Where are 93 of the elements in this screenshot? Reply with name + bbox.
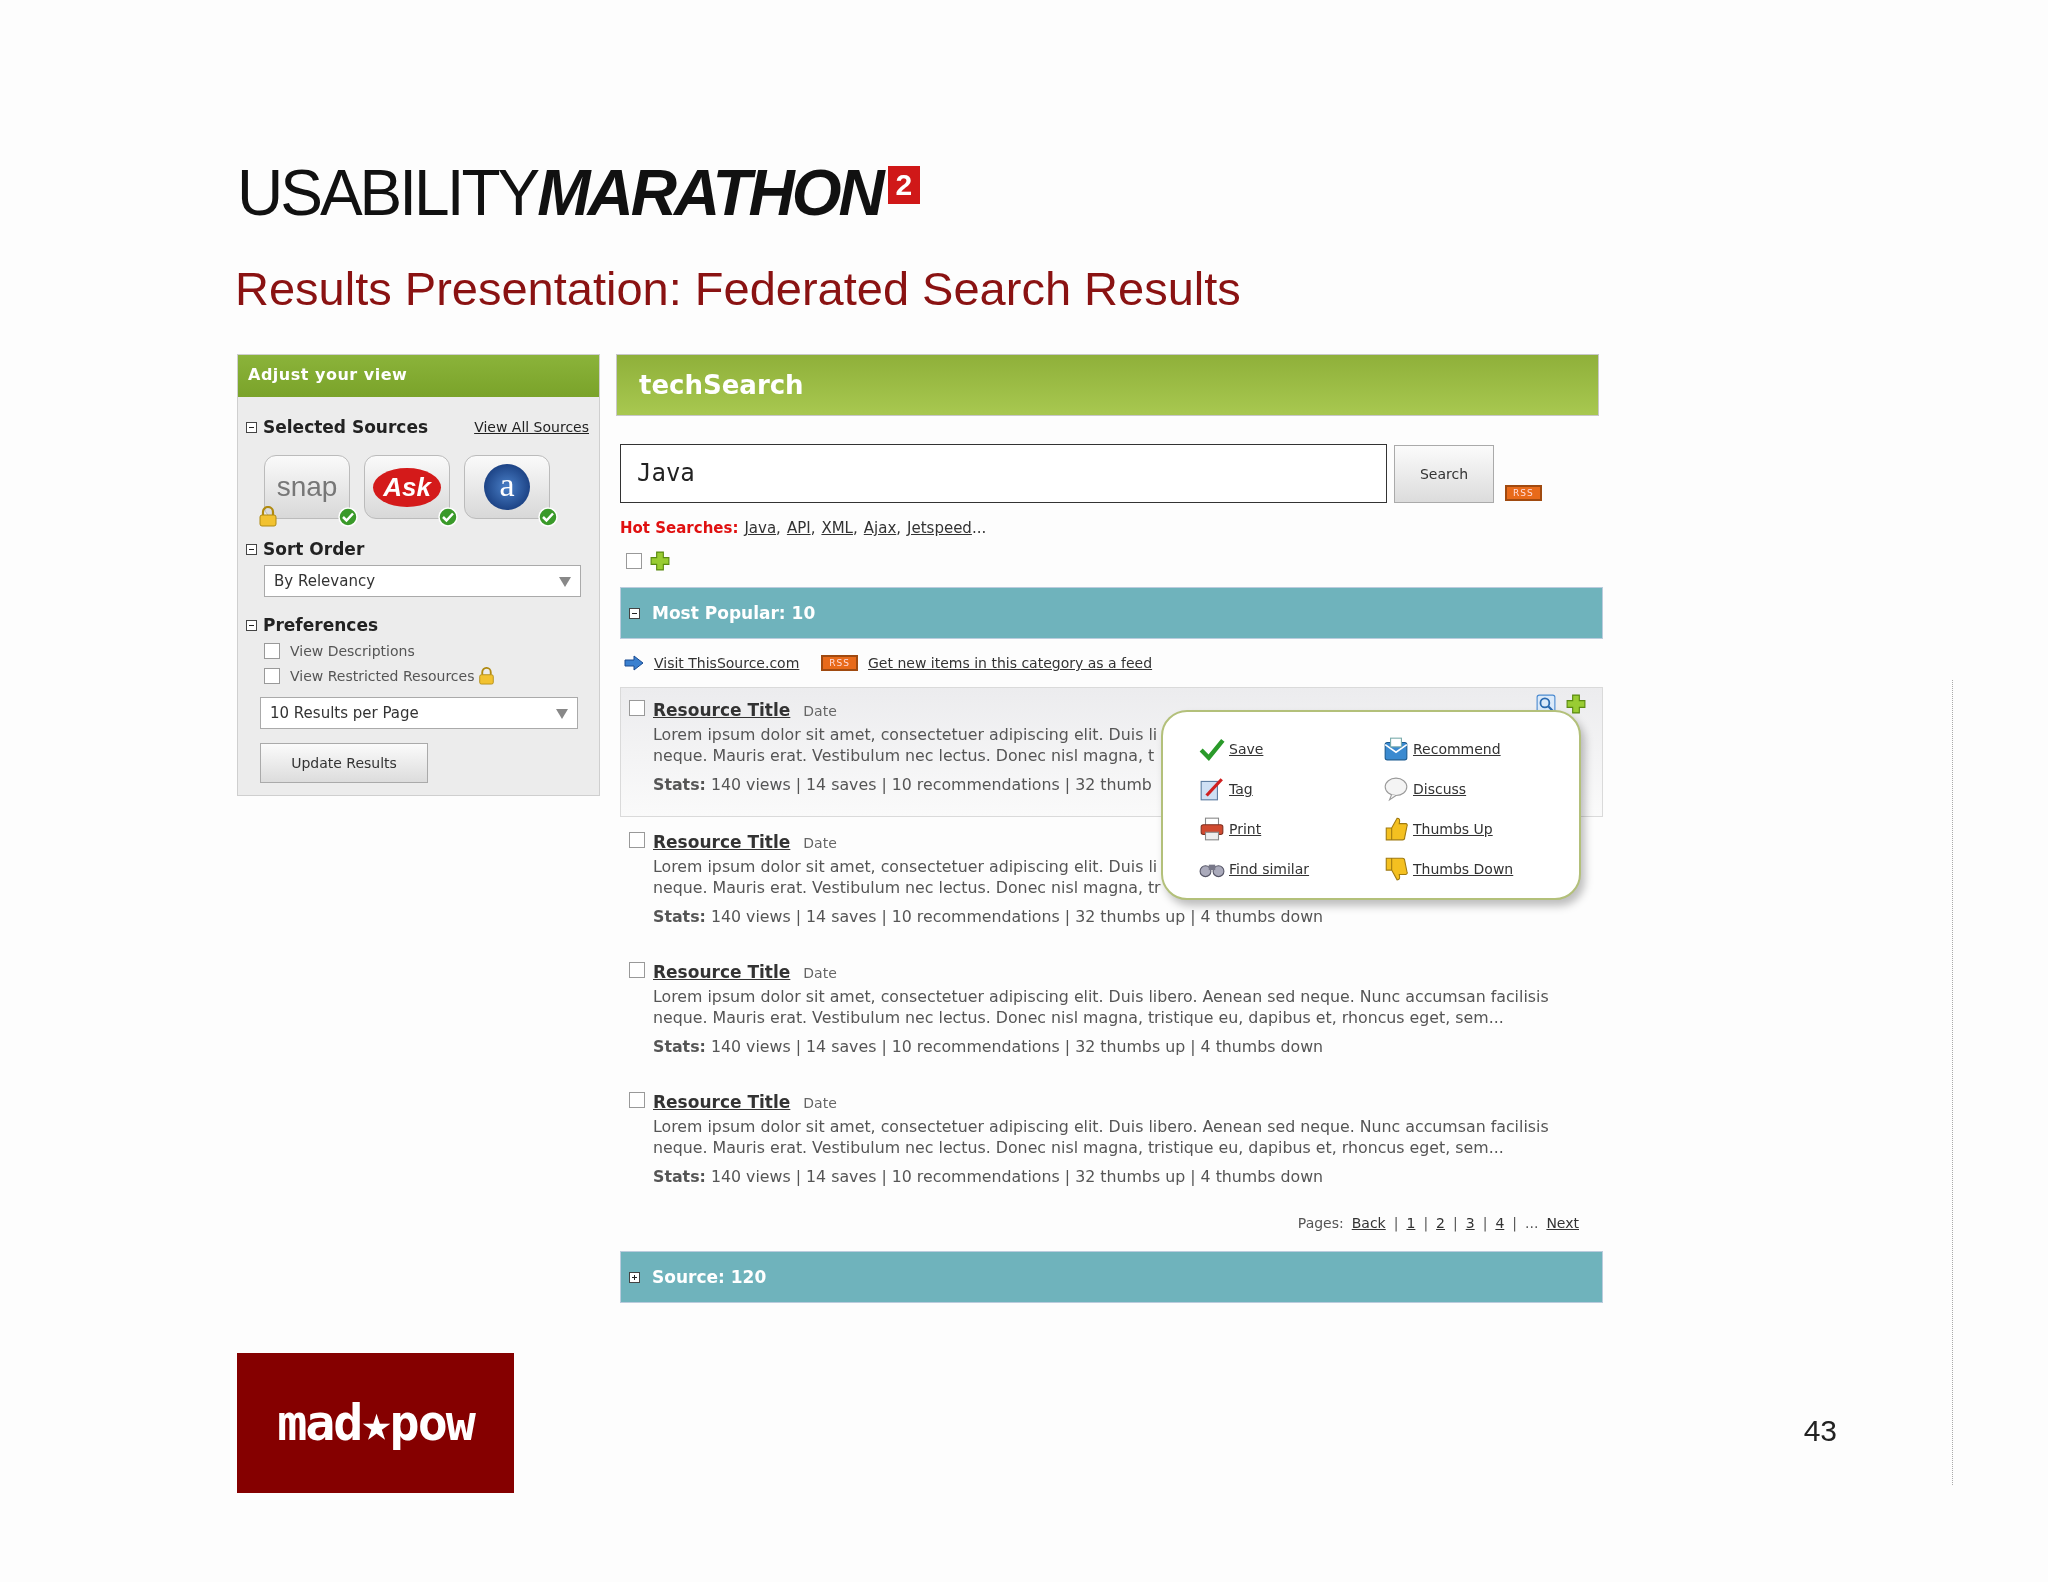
checkbox[interactable] <box>626 553 642 569</box>
update-button[interactable]: Update Results <box>260 743 428 783</box>
checkbox[interactable] <box>629 700 645 716</box>
search-field[interactable]: Java <box>620 444 1387 503</box>
thumbs-down-icon <box>1383 856 1409 882</box>
action-link[interactable]: Find similar <box>1229 861 1310 877</box>
logo-badge: 2 <box>887 166 920 204</box>
plus-icon <box>650 551 670 571</box>
result-title-link[interactable]: Resource Title <box>653 700 791 720</box>
result-description: Lorem ipsum dolor sit amet, consectetuer adipiscing elit. Duis libero. Aenean sed neque. Nunc accumsan facilisis <box>653 986 1549 1007</box>
speech-bubble-icon <box>1383 776 1409 802</box>
page-number: 43 <box>1803 1414 1837 1448</box>
result-description: neque. Mauris erat. Vestibulum nec lectus. Donec nisl magna, tristique eu, dapibus et, rhoncus eget, sem... <box>653 1007 1504 1028</box>
checkbox[interactable] <box>264 668 280 684</box>
result-title-link[interactable]: Resource Title <box>653 832 791 852</box>
result-title-link[interactable]: Resource Title <box>653 962 791 982</box>
page-link[interactable]: Back <box>1351 1215 1386 1231</box>
envelope-icon <box>1383 736 1409 762</box>
result-stats: Stats: 140 views | 14 saves | 10 recommendations | 32 thumb <box>653 775 1152 794</box>
app-header: techSearch <box>616 354 1599 416</box>
search-link[interactable]: API <box>786 519 811 537</box>
arrow-icon <box>624 655 644 671</box>
page-link[interactable]: 2 <box>1436 1215 1445 1231</box>
hot-searches-label: Hot Searches: <box>620 519 739 537</box>
view-all-link[interactable]: View All Sources <box>474 419 589 435</box>
separator: | <box>1393 1215 1399 1231</box>
result-date: Date <box>803 835 837 851</box>
thumbs-up-icon <box>1383 816 1409 842</box>
action-link[interactable]: Discuss <box>1413 781 1467 797</box>
action-link[interactable]: Print <box>1229 821 1262 837</box>
option-label: View Descriptions <box>290 643 415 659</box>
collapse-icon[interactable] <box>246 543 257 555</box>
printer-icon <box>1199 816 1225 842</box>
page-link[interactable]: 3 <box>1465 1215 1475 1231</box>
result-description: Lorem ipsum dolor sit amet, consectetuer adipiscing elit. Duis li <box>653 856 1158 877</box>
result-date: Date <box>803 1095 837 1111</box>
separator: | <box>1482 1215 1488 1231</box>
checkbox[interactable] <box>629 832 645 848</box>
result-stats: Stats: 140 views | 14 saves | 10 recommendations | 32 thumbs up | 4 thumbs down <box>653 907 1324 926</box>
action-link[interactable]: Recommend <box>1413 741 1501 757</box>
check-icon <box>1199 736 1225 762</box>
slide-title: Results Presentation: Federated Search Results <box>235 262 1241 316</box>
result-stats: Stats: 140 views | 14 saves | 10 recommendations | 32 thumbs up | 4 thumbs down <box>653 1167 1324 1186</box>
search-button[interactable]: Search <box>1394 445 1494 503</box>
collapse-icon[interactable] <box>246 619 257 631</box>
separator: | <box>1423 1215 1429 1231</box>
result-description: neque. Mauris erat. Vestibulum nec lectus. Donec nisl magna, tr <box>653 877 1161 898</box>
plus-icon <box>1566 694 1586 714</box>
checkbox[interactable] <box>629 962 645 978</box>
action-link[interactable]: Thumbs Up <box>1413 821 1493 837</box>
result-date: Date <box>803 965 837 981</box>
search-link[interactable]: Ajax <box>863 519 897 537</box>
result-description: neque. Mauris erat. Vestibulum nec lectus. Donec nisl magna, tristique eu, dapibus et, rhoncus eget, sem... <box>653 1137 1504 1158</box>
page-link[interactable]: 1 <box>1406 1215 1416 1231</box>
result-date: Date <box>803 703 837 719</box>
checkbox[interactable] <box>629 1092 645 1108</box>
separator: , <box>853 519 858 537</box>
result-stats: Stats: 140 views | 14 saves | 10 recommendations | 32 thumbs up | 4 thumbs down <box>653 1037 1324 1056</box>
section-heading: Sort Order <box>263 539 365 559</box>
action-link[interactable]: Thumbs Down <box>1413 861 1514 877</box>
separator: , <box>776 519 781 537</box>
search-link[interactable]: XML <box>821 519 853 537</box>
result-description: Lorem ipsum dolor sit amet, consectetuer adipiscing elit. Duis li <box>653 724 1158 745</box>
separator: | <box>1512 1215 1517 1231</box>
footer-logo: mad★pow <box>237 1353 514 1493</box>
result-description: neque. Mauris erat. Vestibulum nec lectus. Donec nisl magna, t <box>653 745 1155 766</box>
search-link[interactable]: Jetspeed <box>907 519 972 537</box>
result-description: Lorem ipsum dolor sit amet, consectetuer adipiscing elit. Duis libero. Aenean sed neque. Nunc accumsan facilisis <box>653 1116 1549 1137</box>
action-link[interactable]: Tag <box>1229 781 1253 797</box>
result-title-link[interactable]: Resource Title <box>653 1092 791 1112</box>
separator: | <box>1453 1215 1458 1231</box>
ellipsis: ... <box>971 519 987 537</box>
expand-icon[interactable] <box>629 1271 640 1283</box>
section-heading: Selected Sources <box>263 417 429 437</box>
option-label: View Restricted Resources <box>290 668 475 684</box>
separator: , <box>896 519 902 537</box>
visit-link[interactable]: Visit ThisSource.com <box>654 655 800 671</box>
next-link[interactable]: Next <box>1546 1215 1579 1231</box>
feed-link[interactable]: Get new items in this category as a feed <box>868 655 1153 671</box>
collapse-icon[interactable] <box>629 607 640 619</box>
page-link[interactable]: 4 <box>1495 1215 1505 1231</box>
pages-label: Pages: <box>1297 1215 1344 1231</box>
checkbox[interactable] <box>264 643 280 659</box>
pencil-icon <box>1199 776 1225 802</box>
search-link[interactable]: Java <box>744 519 777 537</box>
dropdown[interactable]: By Relevancy <box>264 565 581 597</box>
section-heading: Preferences <box>263 615 379 635</box>
action-link[interactable]: Save <box>1229 741 1264 757</box>
dropdown[interactable]: 10 Results per Page <box>260 697 578 729</box>
collapse-icon[interactable] <box>246 421 257 433</box>
ellipsis: ... <box>1525 1215 1539 1231</box>
panel-header: Adjust your view <box>238 355 599 397</box>
separator: , <box>810 519 816 537</box>
